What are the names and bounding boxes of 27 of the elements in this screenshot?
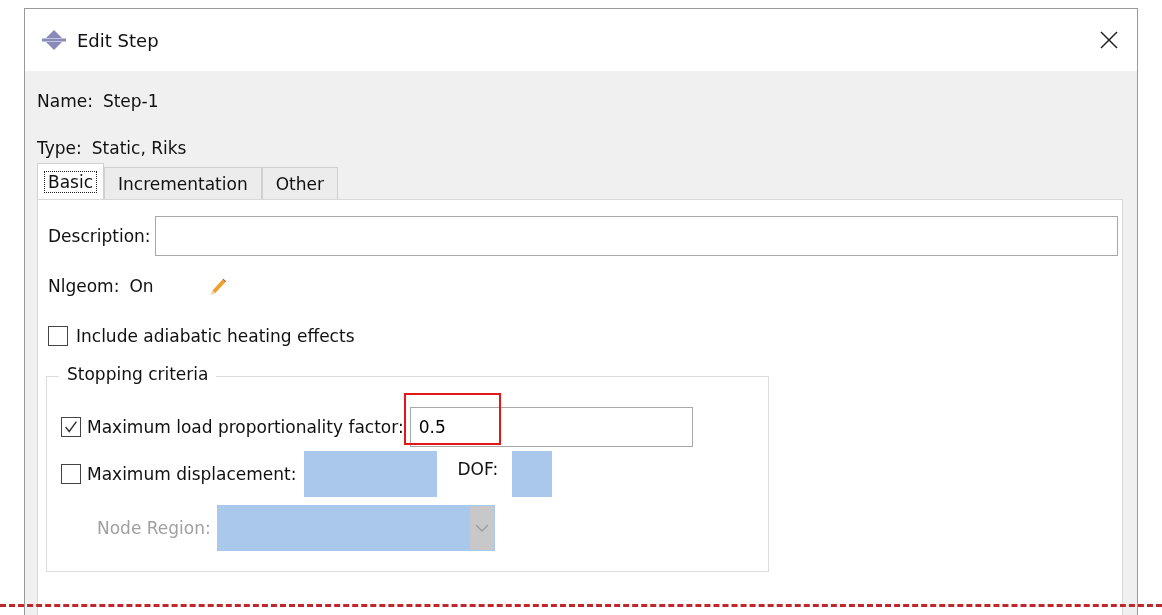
- field-label: Description:: [48, 226, 151, 246]
- tab[interactable]: Incrementation: [104, 167, 262, 199]
- field-label: DOF:: [457, 458, 499, 479]
- tab[interactable]: Other: [261, 167, 338, 199]
- description-field[interactable]: [154, 216, 1118, 256]
- load-factor-field[interactable]: 0.5: [409, 406, 693, 447]
- field-value: Step-1: [102, 90, 159, 111]
- checkbox-label: Maximum load proportionality factor:: [87, 416, 404, 437]
- group-title: Stopping criteria: [59, 364, 217, 384]
- checkbox-label: Include adiabatic heating effects: [76, 326, 355, 346]
- checkbox-label: Maximum displacement:: [87, 463, 297, 484]
- displacement-field[interactable]: [304, 450, 438, 497]
- field-label: Type:: [37, 137, 82, 158]
- field-label: Nlgeom:: [48, 276, 120, 296]
- field-value: Static, Riks: [91, 137, 187, 158]
- field-label: Name:: [37, 90, 93, 111]
- app-icon: [41, 29, 67, 51]
- dof-field[interactable]: [512, 450, 553, 497]
- caret-icon: [474, 523, 489, 533]
- checkbox[interactable]: [61, 463, 81, 484]
- node-region-dropdown[interactable]: [216, 505, 495, 551]
- tab[interactable]: Basic: [37, 163, 104, 199]
- checkbox[interactable]: [61, 416, 81, 437]
- field-label: Node Region:: [97, 518, 211, 538]
- checkbox[interactable]: [48, 326, 68, 346]
- window-title: Edit Step: [77, 29, 159, 51]
- field-value: On: [129, 276, 154, 296]
